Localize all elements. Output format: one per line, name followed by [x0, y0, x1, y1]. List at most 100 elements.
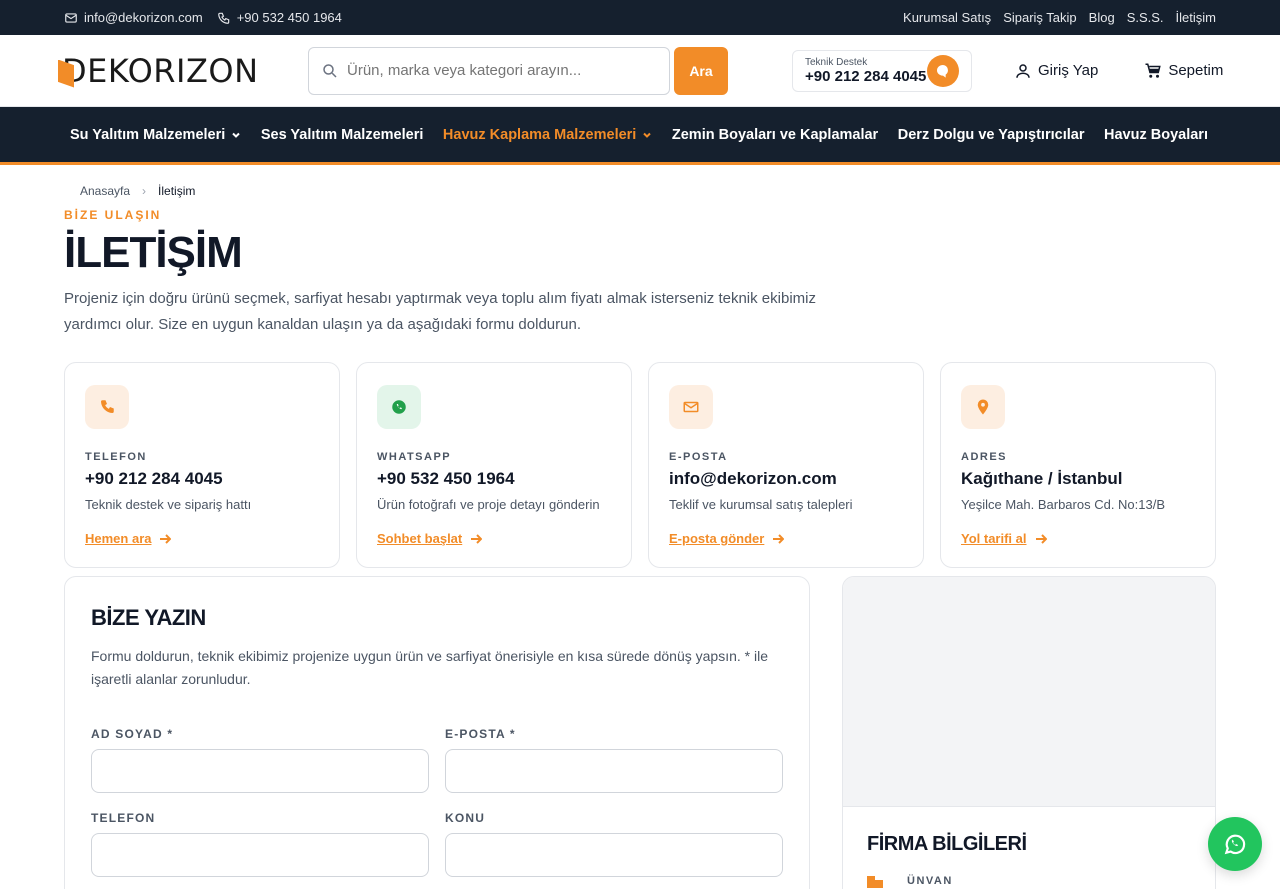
arrow-right-icon	[160, 533, 172, 544]
card-action-label: Yol tarifi al	[961, 531, 1027, 546]
contact-cards: TELEFON +90 212 284 4045 Teknik destek v…	[64, 362, 1216, 568]
card-description: Teklif ve kurumsal satış talepleri	[669, 497, 853, 512]
whatsapp-icon	[1224, 834, 1246, 855]
nav-item-label: Ses Yalıtım Malzemeleri	[260, 126, 424, 143]
email-input[interactable]	[445, 749, 783, 793]
phone-icon	[217, 12, 229, 24]
breadcrumb: Anasayfa › İletişim	[80, 184, 195, 198]
nav-item-label: Havuz Kaplama Malzemeleri	[442, 126, 637, 143]
subject-label: KONU	[445, 811, 486, 825]
breadcrumb-current: İletişim	[158, 184, 196, 198]
support-number: +90 212 284 4045	[805, 67, 927, 85]
unvan-label: ÜNVAN	[907, 875, 953, 887]
nav-item-derz-dolgu[interactable]: Derz Dolgu ve Yapıştırıcılar	[898, 127, 1085, 143]
top-phone-link[interactable]: +90 532 450 1964	[217, 10, 342, 25]
phone-icon	[85, 385, 129, 429]
top-link-siparis-takip[interactable]: Sipariş Takip	[1003, 10, 1076, 25]
contact-card-whatsapp: WHATSAPP +90 532 450 1964 Ürün fotoğrafı…	[356, 362, 632, 568]
login-link[interactable]: Giriş Yap	[1014, 62, 1098, 80]
top-link-kurumsal-satis[interactable]: Kurumsal Satış	[903, 10, 991, 25]
nav-item-label: Su Yalıtım Malzemeleri	[70, 126, 226, 143]
send-email-link[interactable]: E-posta gönder	[669, 531, 785, 546]
get-directions-link[interactable]: Yol tarifi al	[961, 531, 1047, 546]
company-info-title: FİRMA BİLGİLERİ	[867, 833, 1027, 855]
subject-field-group: KONU	[445, 811, 783, 877]
subject-input[interactable]	[445, 833, 783, 877]
top-link-sss[interactable]: S.S.S.	[1127, 10, 1164, 25]
top-bar: info@dekorizon.com +90 532 450 1964 Kuru…	[0, 0, 1280, 35]
search-input[interactable]	[347, 62, 647, 79]
cart-label: Sepetim	[1168, 62, 1224, 79]
card-value: Kağıthane / İstanbul	[961, 469, 1123, 488]
name-field-group: AD SOYAD *	[91, 727, 429, 793]
form-title: BİZE YAZIN	[91, 605, 206, 630]
arrow-right-icon	[471, 533, 483, 544]
phone-field-group: TELEFON	[91, 811, 429, 877]
technical-support-box[interactable]: Teknik Destek +90 212 284 4045	[792, 49, 972, 92]
whatsapp-float-button[interactable]	[1208, 817, 1262, 871]
nav-item-label: Zemin Boyaları ve Kaplamalar	[671, 126, 879, 143]
company-title-row: ÜNVAN	[867, 874, 1215, 888]
card-label: E-POSTA	[669, 451, 728, 463]
top-link-iletisim[interactable]: İletişim	[1176, 10, 1216, 25]
call-now-link[interactable]: Hemen ara	[85, 531, 172, 546]
card-label: TELEFON	[85, 451, 147, 463]
search-button[interactable]: Ara	[674, 46, 728, 95]
logo-mark	[56, 52, 78, 90]
card-value: +90 212 284 4045	[85, 469, 223, 488]
login-label: Giriş Yap	[1038, 62, 1099, 79]
arrow-right-icon	[773, 533, 785, 544]
start-chat-link[interactable]: Sohbet başlat	[377, 531, 483, 546]
phone-label: TELEFON	[91, 811, 156, 825]
building-icon	[867, 876, 883, 888]
support-text: Teknik Destek +90 212 284 4045	[805, 57, 926, 85]
page-eyebrow: BİZE ULAŞIN	[64, 208, 162, 222]
card-action-label: Sohbet başlat	[377, 531, 463, 546]
card-action-label: Hemen ara	[85, 531, 152, 546]
site-header: DEKORIZON Ara Teknik Destek +90 212 284 …	[0, 35, 1280, 107]
breadcrumb-home[interactable]: Anasayfa	[80, 184, 130, 198]
top-email-link[interactable]: info@dekorizon.com	[64, 10, 203, 25]
nav-item-su-yalitim[interactable]: Su Yalıtım Malzemeleri	[70, 127, 241, 143]
card-description: Yeşilce Mah. Barbaros Cd. No:13/B	[961, 497, 1166, 512]
main-nav: Su Yalıtım Malzemeleri Ses Yalıtım Malze…	[0, 107, 1280, 165]
company-info-panel: FİRMA BİLGİLERİ ÜNVAN	[842, 576, 1216, 889]
site-logo[interactable]: DEKORIZON	[56, 51, 276, 91]
card-description: Ürün fotoğrafı ve proje detayı gönderin	[377, 497, 600, 512]
top-bar-contacts: info@dekorizon.com +90 532 450 1964	[64, 10, 356, 25]
top-phone-text: +90 532 450 1964	[236, 10, 342, 25]
logo-text: DEKORIZON	[62, 51, 259, 90]
form-description: Formu doldurun, teknik ekibimiz projeniz…	[91, 648, 769, 687]
nav-item-havuz-kaplama[interactable]: Havuz Kaplama Malzemeleri	[443, 127, 652, 143]
map-placeholder[interactable]	[843, 577, 1215, 807]
card-value: +90 532 450 1964	[377, 469, 515, 488]
nav-item-zemin-boyalari[interactable]: Zemin Boyaları ve Kaplamalar	[672, 127, 878, 143]
phone-input[interactable]	[91, 833, 429, 877]
chevron-down-icon	[643, 132, 652, 138]
nav-item-label: Havuz Boyaları	[1104, 126, 1208, 143]
chevron-right-icon: ›	[142, 184, 147, 198]
cart-icon	[1145, 63, 1162, 78]
card-label: WHATSAPP	[377, 451, 452, 463]
mail-icon	[669, 385, 713, 429]
whatsapp-icon	[377, 385, 421, 429]
contact-card-phone: TELEFON +90 212 284 4045 Teknik destek v…	[64, 362, 340, 568]
card-description: Teknik destek ve sipariş hattı	[85, 497, 252, 512]
top-bar-links: Kurumsal Satış Sipariş Takip Blog S.S.S.…	[891, 10, 1216, 25]
cart-link[interactable]: Sepetim	[1144, 62, 1223, 80]
nav-item-ses-yalitim[interactable]: Ses Yalıtım Malzemeleri	[261, 127, 424, 143]
mail-icon	[65, 12, 77, 23]
search-icon	[323, 63, 337, 78]
contact-card-address: ADRES Kağıthane / İstanbul Yeşilce Mah. …	[940, 362, 1216, 568]
search-box	[308, 46, 670, 95]
email-label: E-POSTA *	[445, 727, 516, 741]
search-bar: Ara	[308, 46, 728, 95]
arrow-right-icon	[1035, 533, 1047, 544]
location-pin-icon	[961, 385, 1005, 429]
name-input[interactable]	[91, 749, 429, 793]
top-email-text: info@dekorizon.com	[84, 10, 203, 25]
nav-item-havuz-boyalari[interactable]: Havuz Boyaları	[1104, 127, 1208, 143]
support-label: Teknik Destek	[805, 56, 868, 68]
top-link-blog[interactable]: Blog	[1089, 10, 1115, 25]
nav-item-label: Derz Dolgu ve Yapıştırıcılar	[897, 126, 1085, 143]
